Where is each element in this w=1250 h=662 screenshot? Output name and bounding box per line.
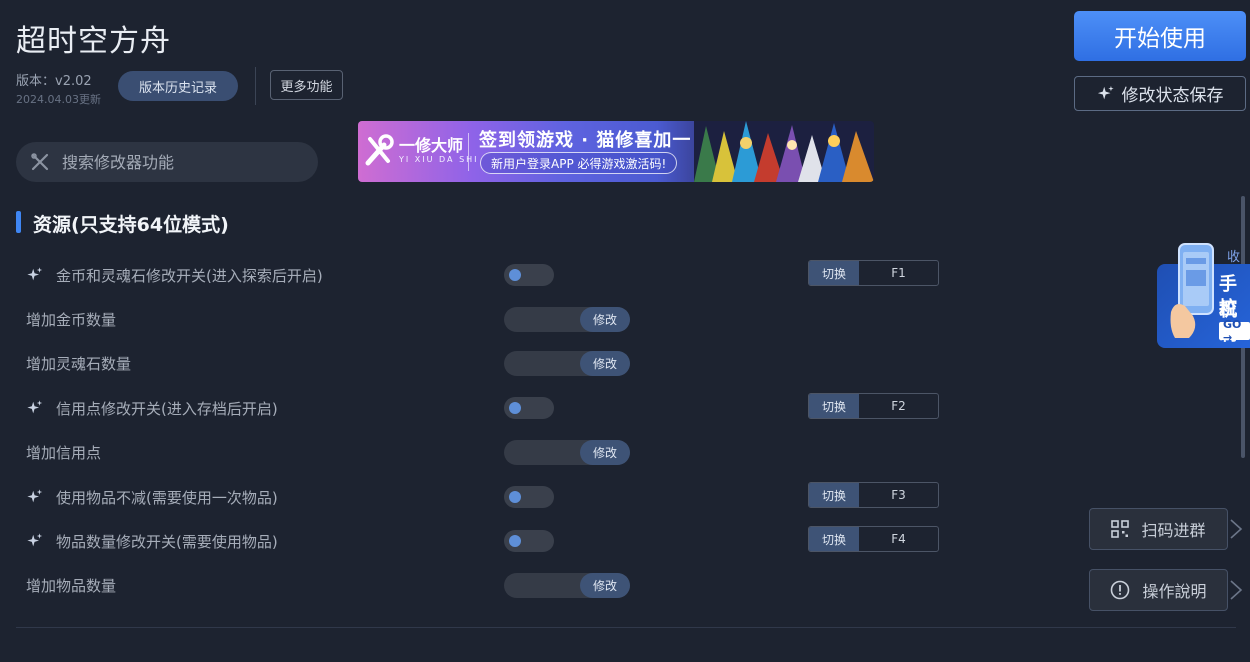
- hotkey-label: 切换: [809, 261, 859, 285]
- search-box[interactable]: [16, 142, 318, 182]
- row-label: 增加金币数量: [26, 311, 117, 329]
- version-history-button[interactable]: 版本历史记录: [118, 71, 238, 101]
- promo-go-button[interactable]: GO →: [1219, 318, 1250, 344]
- version-text: 版本：v2.02: [16, 74, 92, 89]
- qr-code-icon: [1111, 520, 1130, 538]
- toggle-knob: [509, 535, 521, 547]
- modify-button[interactable]: 修改: [580, 440, 630, 465]
- game-characters-art: [694, 121, 874, 182]
- cheat-row: 金币和灵魂石修改开关(进入探索后开启) 切换 F1: [26, 260, 956, 290]
- sparkle-icon: [1097, 85, 1114, 99]
- update-date: 2024.04.03更新: [16, 93, 101, 106]
- chevron-right-icon: [1230, 580, 1243, 600]
- banner-pill: 新用户登录APP 必得游戏激活码!: [480, 152, 678, 174]
- search-input[interactable]: [62, 152, 302, 172]
- row-label: 增加物品数量: [26, 577, 117, 595]
- toggle-switch[interactable]: [504, 397, 554, 419]
- instructions-button[interactable]: 操作說明: [1089, 569, 1228, 611]
- hotkey-key: F1: [891, 266, 906, 280]
- banner-brand: 一修大师: [399, 135, 464, 155]
- save-state-button[interactable]: 修改状态保存: [1074, 76, 1246, 111]
- hotkey-label: 切换: [809, 527, 859, 551]
- chevron-right-icon: [1230, 519, 1243, 539]
- hotkey-button[interactable]: 切换 F2: [808, 393, 939, 419]
- hotkey-label: 切换: [809, 483, 859, 507]
- bottom-divider: [16, 627, 1236, 628]
- cheat-row: 增加信用点 修改: [26, 437, 956, 467]
- tools-icon: [31, 153, 49, 171]
- row-label: 增加信用点: [26, 444, 102, 462]
- section-title: 资源(只支持64位模式): [33, 214, 229, 236]
- row-label: 使用物品不减(需要使用一次物品): [56, 489, 278, 507]
- value-input[interactable]: 修改: [504, 307, 630, 332]
- app-title: 超时空方舟: [16, 24, 171, 59]
- modify-button[interactable]: 修改: [580, 307, 630, 332]
- value-input[interactable]: 修改: [504, 351, 630, 376]
- toggle-switch[interactable]: [504, 264, 554, 286]
- sparkle-icon: [27, 267, 43, 281]
- row-label: 物品数量修改开关(需要使用物品): [56, 533, 278, 551]
- toggle-knob: [509, 269, 521, 281]
- mobile-control-promo[interactable]: 收藏 手机 控制 GO →: [1157, 242, 1250, 349]
- value-input[interactable]: 修改: [504, 440, 630, 465]
- hotkey-key: F3: [891, 488, 906, 502]
- banner-logo: 一修大师 YI XIU DA SHI: [364, 133, 479, 167]
- toggle-switch[interactable]: [504, 530, 554, 552]
- cheat-row: 增加物品数量 修改: [26, 570, 956, 600]
- toggle-switch[interactable]: [504, 486, 554, 508]
- info-alert-icon: [1111, 580, 1130, 600]
- hotkey-key: F4: [891, 532, 906, 546]
- hotkey-button[interactable]: 切换 F1: [808, 260, 939, 286]
- modify-button[interactable]: 修改: [580, 573, 630, 598]
- hotkey-button[interactable]: 切换 F4: [808, 526, 939, 552]
- qr-join-label: 扫码进群: [1141, 521, 1206, 540]
- row-label: 信用点修改开关(进入存档后开启): [56, 400, 278, 418]
- wrench-icon: [365, 134, 394, 166]
- modify-button[interactable]: 修改: [580, 351, 630, 376]
- banner-pinyin: YI XIU DA SHI: [399, 154, 479, 164]
- banner-divider: [468, 133, 469, 171]
- sparkle-icon: [27, 533, 43, 547]
- more-features-button[interactable]: 更多功能: [270, 70, 343, 100]
- hotkey-button[interactable]: 切换 F3: [808, 482, 939, 508]
- sparkle-icon: [27, 400, 43, 414]
- sparkle-icon: [27, 489, 43, 503]
- start-button[interactable]: 开始使用: [1074, 11, 1246, 61]
- header-divider: [255, 67, 256, 105]
- cheat-row: 物品数量修改开关(需要使用物品) 切换 F4: [26, 526, 956, 556]
- cheat-row: 增加金币数量 修改: [26, 304, 956, 334]
- instructions-label: 操作說明: [1142, 582, 1207, 601]
- section-marker: [16, 211, 21, 233]
- row-label: 增加灵魂石数量: [26, 355, 132, 373]
- cheat-row: 信用点修改开关(进入存档后开启) 切换 F2: [26, 393, 956, 423]
- value-input[interactable]: 修改: [504, 573, 630, 598]
- qr-join-group-button[interactable]: 扫码进群: [1089, 508, 1228, 550]
- cheat-row: 增加灵魂石数量 修改: [26, 348, 956, 378]
- toggle-knob: [509, 402, 521, 414]
- banner-headline: 签到领游戏 · 猫修喜加一: [479, 130, 692, 151]
- cheat-row: 使用物品不减(需要使用一次物品) 切换 F3: [26, 482, 956, 512]
- toggle-knob: [509, 491, 521, 503]
- save-state-label: 修改状态保存: [1121, 86, 1224, 106]
- hotkey-label: 切换: [809, 394, 859, 418]
- hotkey-key: F2: [891, 399, 906, 413]
- row-label: 金币和灵魂石修改开关(进入探索后开启): [56, 267, 323, 285]
- phone-icon: [1170, 243, 1214, 338]
- ad-banner[interactable]: 一修大师 YI XIU DA SHI 签到领游戏 · 猫修喜加一 新用户登录AP…: [358, 121, 874, 182]
